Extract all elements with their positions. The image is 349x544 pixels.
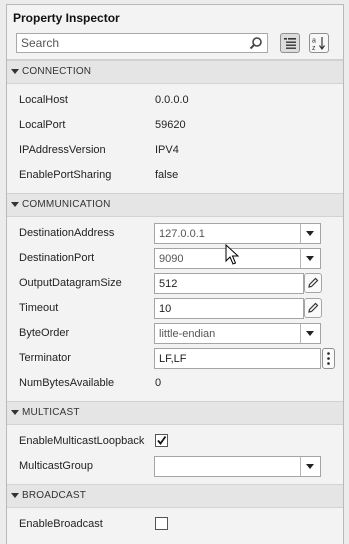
dropdown-arrow[interactable] <box>300 324 320 343</box>
svg-text:a: a <box>312 38 316 45</box>
search-box[interactable] <box>16 33 268 53</box>
property-label: DestinationPort <box>19 252 95 264</box>
chevron-down-icon <box>306 464 314 469</box>
property-value: false <box>155 169 179 181</box>
sort-alphabetical-button[interactable]: a z <box>309 33 329 53</box>
property-row-localport: LocalPort 59620 <box>7 113 343 138</box>
edit-button[interactable] <box>304 298 322 318</box>
property-row-destinationport: DestinationPort 9090 <box>7 246 343 271</box>
property-label: OutputDatagramSize <box>19 277 122 289</box>
property-label: IPAddressVersion <box>19 144 106 156</box>
property-label: ByteOrder <box>19 327 70 339</box>
property-label: LocalPort <box>19 119 66 131</box>
collapse-triangle-icon[interactable] <box>11 202 19 208</box>
property-row-outputdatagramsize: OutputDatagramSize 512 <box>7 271 343 296</box>
input-value: LF,LF <box>159 353 187 365</box>
property-row-enablemulticastloopback: EnableMulticastLoopback <box>7 429 343 454</box>
chevron-down-icon <box>306 331 314 336</box>
terminator-input[interactable]: LF,LF <box>154 348 321 369</box>
search-icon[interactable] <box>249 36 263 50</box>
more-options-button[interactable] <box>322 348 335 369</box>
group-by-category-button[interactable] <box>280 33 300 53</box>
section-title: MULTICAST <box>22 407 80 418</box>
property-row-enablebroadcast: EnableBroadcast <box>7 512 343 537</box>
input-value: 512 <box>159 278 178 290</box>
close-icon[interactable]: ✕ <box>332 5 343 9</box>
property-label: NumBytesAvailable <box>19 377 115 389</box>
multicast-group-dropdown[interactable] <box>154 456 321 477</box>
section-header-multicast[interactable]: MULTICAST <box>7 401 343 425</box>
property-label: Timeout <box>19 302 59 314</box>
property-row-numbytesavailable: NumBytesAvailable 0 <box>7 371 343 396</box>
vertical-ellipsis-icon <box>327 352 330 365</box>
property-row-terminator: Terminator LF,LF <box>7 346 343 371</box>
byte-order-dropdown[interactable]: little-endian <box>154 323 321 344</box>
dropdown-arrow[interactable] <box>300 224 320 243</box>
chevron-down-icon <box>306 231 314 236</box>
destination-address-dropdown[interactable]: 127.0.0.1 <box>154 223 321 244</box>
property-value: IPV4 <box>155 144 179 156</box>
property-row-multicastgroup: MulticastGroup <box>7 454 343 479</box>
collapse-triangle-icon[interactable] <box>11 493 19 499</box>
output-datagram-size-input[interactable]: 512 <box>154 273 304 294</box>
property-label: MulticastGroup <box>19 460 93 472</box>
timeout-input[interactable]: 10 <box>154 298 304 319</box>
input-value: 10 <box>159 303 172 315</box>
pencil-icon <box>308 302 319 313</box>
property-label: DestinationAddress <box>19 227 115 239</box>
dropdown-value: 127.0.0.1 <box>159 228 205 240</box>
checkmark-icon <box>157 435 167 445</box>
dropdown-value: 9090 <box>159 253 184 265</box>
section-title: BROADCAST <box>22 490 87 501</box>
property-row-enableportsharing: EnablePortSharing false <box>7 163 343 188</box>
property-value: 0.0.0.0 <box>155 94 189 106</box>
property-value: 59620 <box>155 119 186 131</box>
pencil-icon <box>308 277 319 288</box>
dropdown-arrow[interactable] <box>300 249 320 268</box>
categorized-view-icon <box>284 38 296 49</box>
section-header-connection[interactable]: CONNECTION <box>7 60 343 84</box>
property-row-byteorder: ByteOrder little-endian <box>7 321 343 346</box>
edit-button[interactable] <box>304 273 322 293</box>
collapse-triangle-icon[interactable] <box>11 410 19 416</box>
chevron-down-icon <box>306 256 314 261</box>
property-value: 0 <box>155 377 162 389</box>
section-header-broadcast[interactable]: BROADCAST <box>7 484 343 508</box>
property-label: EnableMulticastLoopback <box>19 435 145 447</box>
dropdown-arrow[interactable] <box>300 457 320 476</box>
enable-multicast-loopback-checkbox[interactable] <box>155 434 168 447</box>
sort-alphabetical-icon: a z <box>312 37 325 51</box>
section-title: COMMUNICATION <box>22 199 111 210</box>
collapse-triangle-icon[interactable] <box>11 69 19 75</box>
property-inspector-panel: ✕ Property Inspector a z CONNECTION Lo <box>6 4 344 544</box>
property-row-destinationaddress: DestinationAddress 127.0.0.1 <box>7 221 343 246</box>
panel-title: Property Inspector <box>13 11 120 25</box>
search-input[interactable] <box>21 36 241 50</box>
property-label: EnablePortSharing <box>19 169 112 181</box>
property-row-timeout: Timeout 10 <box>7 296 343 321</box>
mouse-cursor-icon <box>225 244 239 265</box>
property-label: LocalHost <box>19 94 68 106</box>
section-title: CONNECTION <box>22 66 92 77</box>
property-label: EnableBroadcast <box>19 518 103 530</box>
property-row-localhost: LocalHost 0.0.0.0 <box>7 88 343 113</box>
section-header-communication[interactable]: COMMUNICATION <box>7 193 343 217</box>
enable-broadcast-checkbox[interactable] <box>155 517 168 530</box>
property-row-ipaddressversion: IPAddressVersion IPV4 <box>7 138 343 163</box>
dropdown-value: little-endian <box>159 328 216 340</box>
property-label: Terminator <box>19 352 71 364</box>
svg-text:z: z <box>312 45 316 51</box>
